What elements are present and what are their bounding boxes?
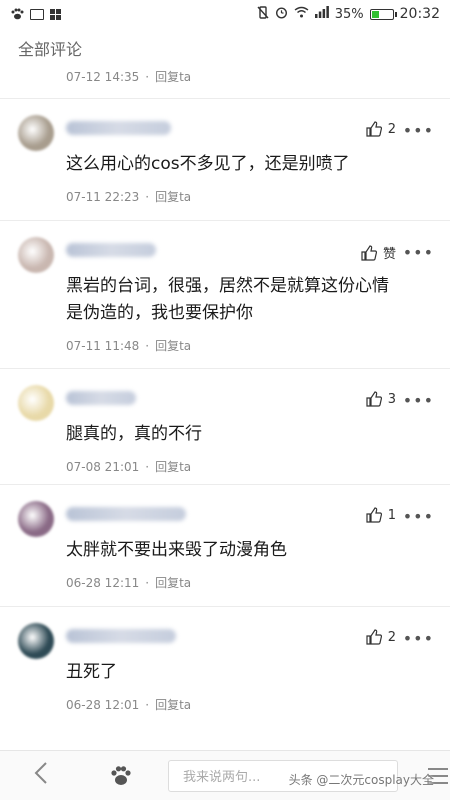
username-blurred[interactable] xyxy=(66,391,136,405)
thumbs-up-icon xyxy=(366,507,382,523)
comment-text: 丑死了 xyxy=(66,662,117,682)
comment-item: 2 ••• 丑死了 06-28 12:01 · 回复ta xyxy=(0,606,450,724)
like-button[interactable]: 2 xyxy=(366,121,396,137)
reply-link[interactable]: 回复ta xyxy=(155,696,191,713)
username-blurred[interactable] xyxy=(66,507,186,521)
comment-meta: 06-28 12:01 · 回复ta xyxy=(66,696,192,713)
comment-list: 2 ••• 这么用心的cos不多见了，还是别喷了 07-11 22:23 · 回… xyxy=(0,98,450,724)
reply-link[interactable]: 回复ta xyxy=(155,337,191,354)
like-button[interactable]: 2 xyxy=(366,629,396,645)
comment-text: 这么用心的cos不多见了，还是别喷了 xyxy=(66,154,350,174)
bottom-bar: 我来说两句... 头条 @二次元cosplay大全 xyxy=(0,750,450,800)
alarm-icon xyxy=(275,6,288,23)
battery-icon xyxy=(369,8,397,20)
thumbs-up-icon xyxy=(366,391,382,407)
partial-comment-meta: 07-12 14:35 · 回复ta xyxy=(66,68,192,85)
like-button[interactable]: 1 xyxy=(366,507,396,523)
status-right-icons: 35% 20:32 xyxy=(257,5,440,23)
comment-meta: 07-08 21:01 · 回复ta xyxy=(66,458,192,475)
comment-time: 06-28 12:11 xyxy=(66,575,140,590)
username-blurred[interactable] xyxy=(66,243,156,257)
comment-time: 07-12 14:35 xyxy=(66,69,140,84)
status-left-icons xyxy=(10,8,61,20)
reply-link[interactable]: 回复ta xyxy=(155,458,191,475)
avatar[interactable] xyxy=(18,115,54,151)
username-blurred[interactable] xyxy=(66,629,176,643)
like-count: 3 xyxy=(387,391,396,407)
vibrate-off-icon xyxy=(257,5,269,23)
comments-header: 全部评论 xyxy=(0,28,450,68)
battery-fill xyxy=(371,10,379,18)
comment-item: 2 ••• 这么用心的cos不多见了，还是别喷了 07-11 22:23 · 回… xyxy=(0,98,450,220)
like-count: 2 xyxy=(387,121,396,137)
comment-text: 黑岩的台词，很强，居然不是就算这份心情是伪造的，我也要保护你 xyxy=(66,276,389,323)
avatar[interactable] xyxy=(18,385,54,421)
back-arrow-icon[interactable] xyxy=(34,761,54,790)
more-options-icon[interactable]: ••• xyxy=(403,391,434,410)
clock: 20:32 xyxy=(399,6,440,22)
paw-notification-icon xyxy=(10,8,24,20)
watermark: 头条 @二次元cosplay大全 xyxy=(288,773,434,787)
like-count: 2 xyxy=(387,629,396,645)
battery-percent: 35% xyxy=(334,6,364,22)
avatar[interactable] xyxy=(18,501,54,537)
comment-text: 腿真的，真的不行 xyxy=(66,424,202,444)
page-title: 全部评论 xyxy=(18,40,83,59)
comment-text: 太胖就不要出来毁了动漫角色 xyxy=(66,540,287,560)
like-button[interactable]: 3 xyxy=(366,391,396,407)
paw-icon[interactable] xyxy=(110,765,132,787)
comment-meta: 07-11 11:48 · 回复ta xyxy=(66,337,192,354)
username-blurred[interactable] xyxy=(66,121,171,135)
thumbs-up-icon xyxy=(361,244,377,261)
thumbs-up-icon xyxy=(366,121,382,137)
more-options-icon[interactable]: ••• xyxy=(403,507,434,526)
comment-meta: 07-11 22:23 · 回复ta xyxy=(66,188,192,205)
reply-link[interactable]: 回复ta xyxy=(155,188,191,205)
avatar[interactable] xyxy=(18,623,54,659)
wifi-icon xyxy=(294,6,309,22)
comment-time: 06-28 12:01 xyxy=(66,697,140,712)
comment-meta: 06-28 12:11 · 回复ta xyxy=(66,574,192,591)
comment-time: 07-11 11:48 xyxy=(66,338,140,353)
thumbs-up-icon xyxy=(366,629,382,645)
comment-item: 1 ••• 太胖就不要出来毁了动漫角色 06-28 12:11 · 回复ta xyxy=(0,484,450,606)
avatar[interactable] xyxy=(18,237,54,273)
comment-time: 07-11 22:23 xyxy=(66,189,140,204)
like-count: 1 xyxy=(387,507,396,523)
more-options-icon[interactable]: ••• xyxy=(403,629,434,648)
more-options-icon[interactable]: ••• xyxy=(403,121,434,140)
comment-time: 07-08 21:01 xyxy=(66,459,140,474)
reply-link[interactable]: 回复ta xyxy=(155,574,191,591)
like-button[interactable]: 赞 xyxy=(361,243,396,262)
status-bar: 35% 20:32 xyxy=(0,0,450,28)
reply-link[interactable]: 回复ta xyxy=(155,68,191,85)
signal-icon xyxy=(314,6,329,22)
comment-item: 赞 ••• 黑岩的台词，很强，居然不是就算这份心情是伪造的，我也要保护你 07-… xyxy=(0,220,450,368)
image-notification-icon xyxy=(30,8,44,20)
comment-item: 3 ••• 腿真的，真的不行 07-08 21:01 · 回复ta xyxy=(0,368,450,484)
more-options-icon[interactable]: ••• xyxy=(403,243,434,262)
like-count: 赞 xyxy=(382,247,396,262)
app-grid-icon xyxy=(50,8,61,20)
